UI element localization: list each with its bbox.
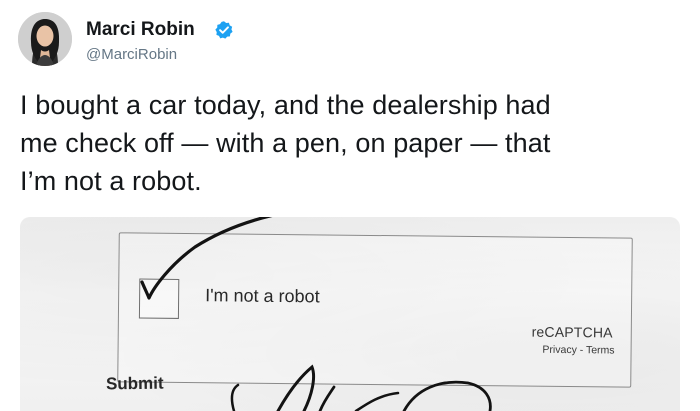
avatar[interactable] bbox=[18, 12, 72, 66]
user-handle[interactable]: @MarciRobin bbox=[86, 46, 177, 63]
checkbox-label: I'm not a robot bbox=[205, 285, 320, 307]
recaptcha-links: Privacy - Terms bbox=[542, 343, 615, 357]
attached-photo[interactable]: I'm not a robot reCAPTCHA Privacy - Term… bbox=[20, 217, 680, 411]
display-name[interactable]: Marci Robin bbox=[86, 19, 195, 41]
tweet-text: I bought a car today, and the dealership… bbox=[20, 86, 688, 200]
tweet-text-line: me check off — with a pen, on paper — th… bbox=[20, 128, 551, 158]
printed-checkbox bbox=[138, 278, 180, 319]
tweet-card: Marci Robin @MarciRobin I bought a car t… bbox=[0, 0, 700, 411]
submit-label: Submit bbox=[105, 373, 164, 394]
tweet-text-line: I bought a car today, and the dealership… bbox=[20, 90, 551, 120]
printed-captcha-box: I'm not a robot reCAPTCHA Privacy - Term… bbox=[117, 232, 633, 388]
tweet-text-line: I’m not a robot. bbox=[20, 166, 202, 196]
avatar-photo-icon bbox=[18, 12, 72, 66]
recaptcha-brand: reCAPTCHA bbox=[531, 323, 613, 341]
verified-badge-icon bbox=[215, 21, 233, 39]
